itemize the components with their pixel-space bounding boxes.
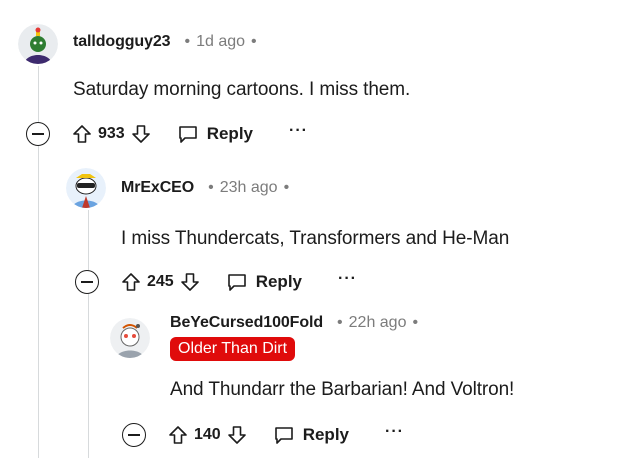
more-icon[interactable]: ··· — [338, 271, 357, 290]
timestamp[interactable]: 23h ago — [220, 179, 278, 197]
user-flair: Older Than Dirt — [170, 337, 296, 361]
comment-actions: 245 Reply ··· — [75, 268, 357, 296]
comment-body: And Thundarr the Barbarian! And Voltron! — [170, 379, 515, 400]
more-icon[interactable]: ··· — [289, 123, 308, 142]
vote-score: 933 — [98, 125, 125, 142]
upvote-icon[interactable] — [121, 272, 141, 292]
collapse-icon[interactable] — [26, 122, 50, 146]
vote-score: 140 — [194, 426, 221, 443]
avatar[interactable] — [18, 24, 58, 64]
comment-body: I miss Thundercats, Transformers and He-… — [121, 228, 510, 249]
reply-icon — [274, 427, 293, 444]
avatar[interactable] — [66, 168, 106, 208]
upvote-icon[interactable] — [168, 425, 188, 445]
collapse-icon[interactable] — [122, 423, 146, 447]
reply-label: Reply — [255, 272, 302, 291]
comment-actions: 140 Reply ··· — [122, 421, 404, 449]
username[interactable]: BeYeCursed100Fold — [170, 314, 323, 332]
avatar[interactable] — [110, 318, 150, 358]
comment-meta: • 22h ago • — [337, 314, 419, 332]
reply-label: Reply — [302, 425, 349, 444]
reply-icon — [227, 274, 246, 291]
comment-actions: 933 Reply ··· — [26, 120, 308, 148]
thread-line — [88, 210, 89, 458]
downvote-icon[interactable] — [180, 272, 200, 292]
timestamp[interactable]: 1d ago — [196, 33, 245, 51]
downvote-icon[interactable] — [227, 425, 247, 445]
reply-button[interactable]: Reply — [226, 272, 302, 292]
reply-label: Reply — [206, 124, 253, 143]
vote-group: 140 — [168, 425, 247, 445]
username[interactable]: talldogguy23 — [73, 33, 171, 51]
reply-button[interactable]: Reply — [273, 425, 349, 445]
vote-group: 933 — [72, 124, 151, 144]
timestamp[interactable]: 22h ago — [349, 314, 407, 332]
comment-header: talldogguy23 • 1d ago • — [73, 31, 263, 53]
username[interactable]: MrExCEO — [121, 179, 194, 197]
comment-body: Saturday morning cartoons. I miss them. — [73, 79, 411, 100]
comment-meta: • 23h ago • — [208, 179, 290, 197]
comment-header: BeYeCursed100Fold • 22h ago • — [170, 312, 424, 334]
more-icon[interactable]: ··· — [385, 424, 404, 443]
comment-header: MrExCEO • 23h ago • — [121, 177, 295, 199]
vote-group: 245 — [121, 272, 200, 292]
vote-score: 245 — [147, 273, 174, 290]
downvote-icon[interactable] — [131, 124, 151, 144]
comment-meta: • 1d ago • — [184, 33, 257, 51]
reply-button[interactable]: Reply — [177, 124, 253, 144]
upvote-icon[interactable] — [72, 124, 92, 144]
reply-icon — [178, 126, 197, 143]
collapse-icon[interactable] — [75, 270, 99, 294]
